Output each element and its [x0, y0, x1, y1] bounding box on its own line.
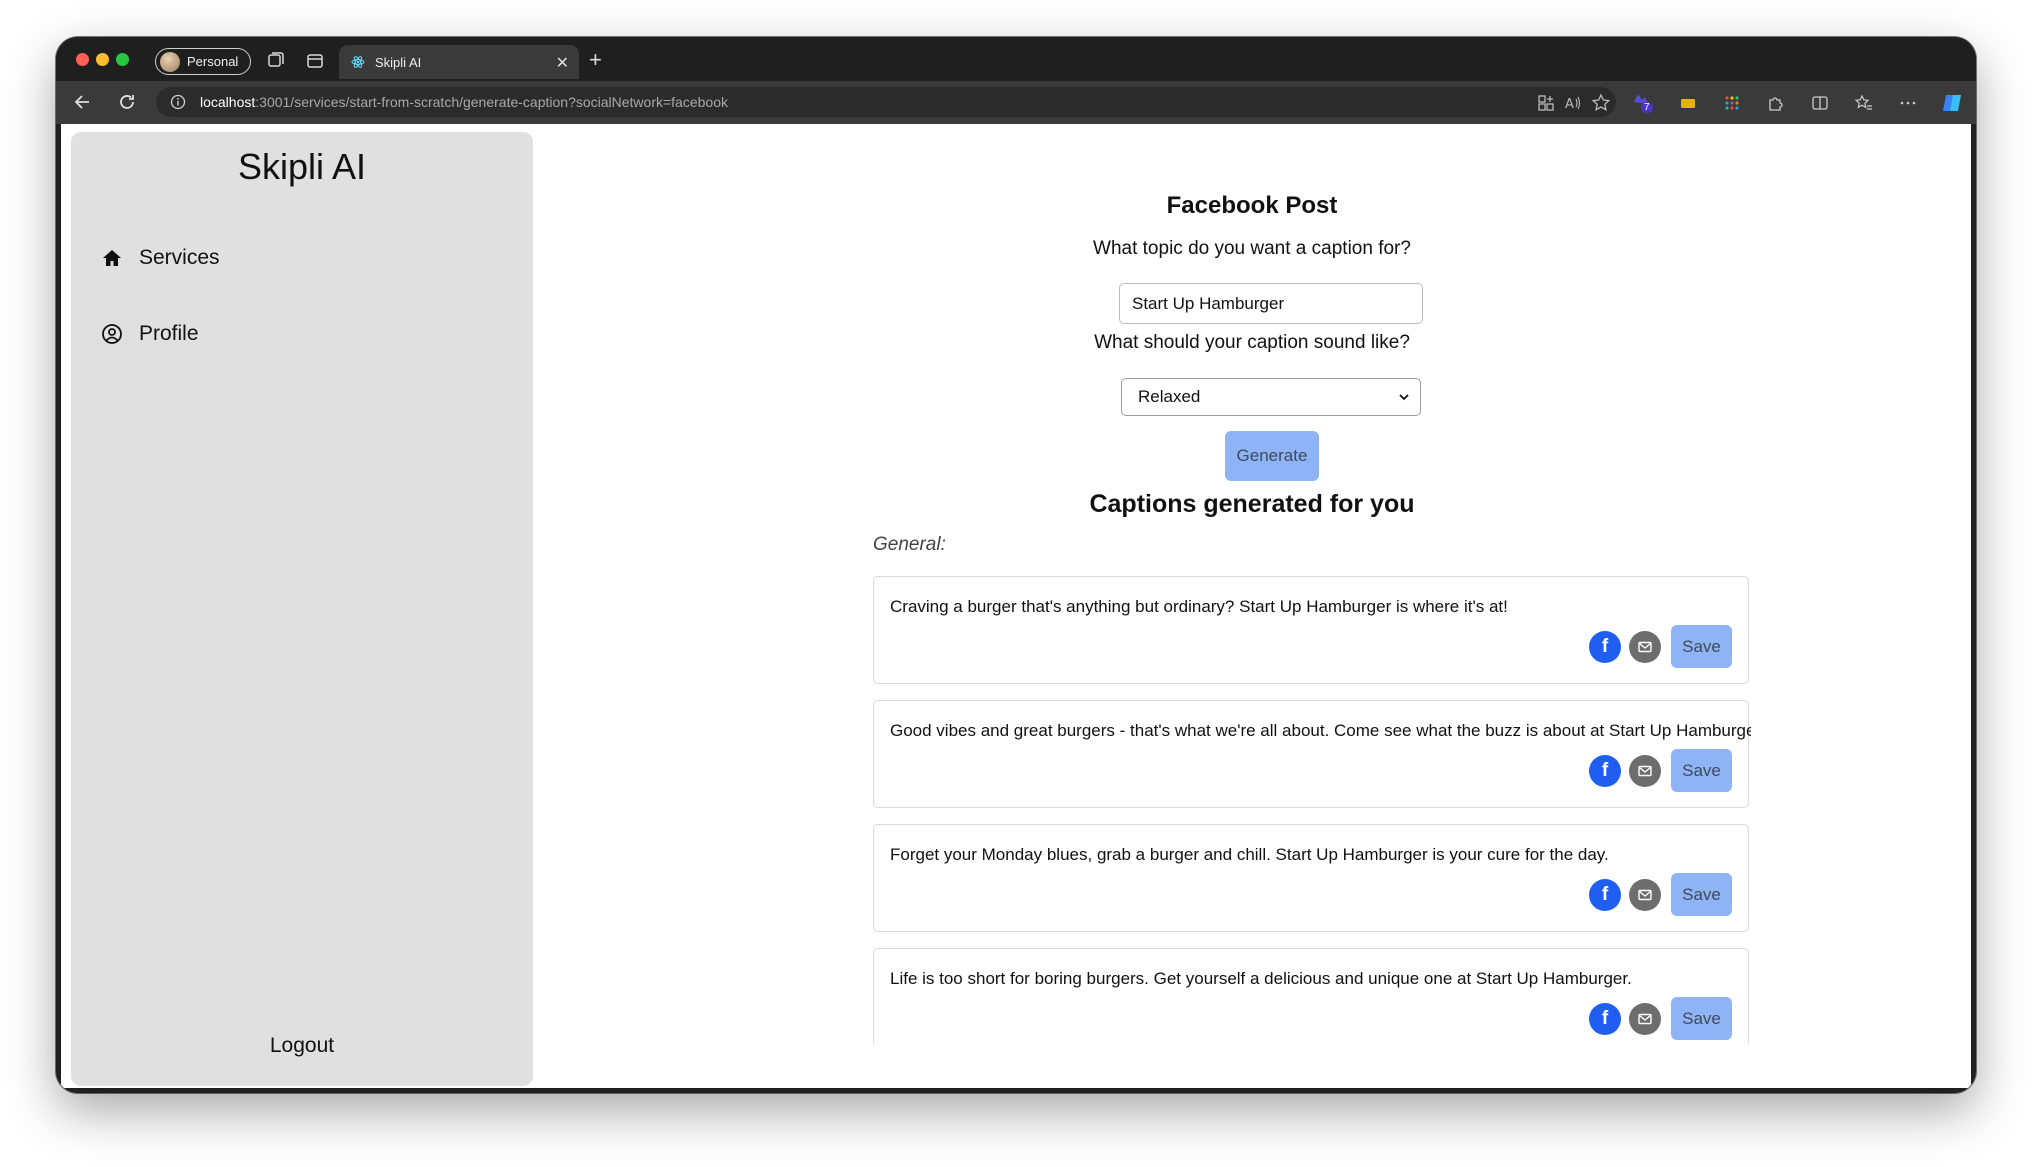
brand-title: Skipli AI — [237, 146, 367, 187]
email-share-icon[interactable] — [1629, 631, 1661, 663]
new-tab-icon[interactable]: + — [589, 49, 602, 71]
caption-card: Life is too short for boring burgers. Ge… — [873, 948, 1749, 1043]
extension-badge: 7 — [1641, 102, 1653, 113]
facebook-share-icon[interactable]: f — [1589, 631, 1621, 663]
browser-window: Personal Skipli AI ✕ + localhost:3001/se… — [56, 37, 1976, 1093]
url-path: :3001/services/start-from-scratch/genera… — [255, 94, 728, 110]
user-circle-icon — [102, 324, 122, 344]
caption-text: Good vibes and great burgers - that's wh… — [890, 721, 1751, 740]
sidebar-item-profile[interactable]: Profile — [101, 322, 199, 346]
sidebar-item-label: Profile — [139, 322, 199, 345]
site-info-icon[interactable] — [170, 94, 186, 110]
avatar — [160, 51, 180, 72]
copilot-icon[interactable] — [1940, 91, 1964, 115]
mail-icon — [1638, 1013, 1652, 1025]
minimize-window-button[interactable] — [96, 53, 109, 66]
captions-heading: Captions generated for you — [1089, 490, 1415, 518]
caption-text: Craving a burger that's anything but ord… — [890, 597, 1508, 616]
address-bar: localhost:3001/services/start-from-scrat… — [56, 81, 1976, 124]
close-window-button[interactable] — [76, 53, 89, 66]
page-content: Skipli AI Services Profile Logout Facebo… — [61, 124, 1971, 1088]
apps-grid-icon[interactable] — [1722, 93, 1742, 113]
sidebar-item-services[interactable]: Services — [101, 246, 220, 270]
profile-label: Personal — [187, 54, 239, 69]
tab-skipli-ai[interactable]: Skipli AI ✕ — [339, 45, 579, 79]
save-button[interactable]: Save — [1671, 997, 1732, 1040]
profile-button[interactable]: Personal — [155, 48, 251, 75]
extension-with-badge[interactable]: 7 — [1632, 92, 1654, 114]
tab-actions-icon[interactable] — [306, 52, 324, 70]
topic-input[interactable] — [1119, 283, 1423, 324]
category-label: General: — [873, 534, 946, 555]
sidebar: Skipli AI Services Profile Logout — [71, 132, 533, 1086]
tone-selected-value: Relaxed — [1138, 387, 1201, 406]
email-share-icon[interactable] — [1629, 1003, 1661, 1035]
favorites-icon[interactable] — [1854, 93, 1874, 113]
chevron-down-icon — [1399, 394, 1409, 401]
mail-icon — [1638, 765, 1652, 777]
facebook-share-icon[interactable]: f — [1589, 879, 1621, 911]
main-content: Facebook Post What topic do you want a c… — [533, 124, 1971, 1088]
captions-list[interactable]: General: Craving a burger that's anythin… — [871, 534, 1751, 1043]
email-share-icon[interactable] — [1629, 755, 1661, 787]
react-favicon-icon — [351, 56, 365, 68]
url-host: localhost — [200, 94, 256, 110]
extensions-puzzle-icon[interactable] — [1766, 93, 1786, 113]
mail-icon — [1638, 641, 1652, 653]
email-share-icon[interactable] — [1629, 879, 1661, 911]
generate-button[interactable]: Generate — [1225, 431, 1319, 481]
tone-select[interactable]: Relaxed — [1121, 378, 1421, 416]
workspaces-icon[interactable] — [266, 52, 284, 70]
back-icon[interactable] — [72, 91, 94, 113]
read-aloud-icon[interactable]: A — [1563, 93, 1583, 113]
split-screen-icon[interactable] — [1810, 93, 1830, 113]
sidebar-item-label: Services — [139, 246, 220, 269]
title-bar: Personal Skipli AI ✕ + — [56, 37, 1976, 87]
facebook-share-icon[interactable]: f — [1589, 755, 1621, 787]
favorite-star-icon[interactable] — [1591, 93, 1611, 113]
wallet-extension-icon[interactable] — [1678, 93, 1698, 113]
save-button[interactable]: Save — [1671, 749, 1732, 792]
reload-icon[interactable] — [116, 91, 138, 113]
caption-card: Forget your Monday blues, grab a burger … — [873, 824, 1749, 932]
url-field[interactable]: localhost:3001/services/start-from-scrat… — [156, 87, 1616, 117]
logout-button[interactable]: Logout — [71, 1034, 533, 1058]
caption-text: Life is too short for boring burgers. Ge… — [890, 969, 1632, 988]
facebook-share-icon[interactable]: f — [1589, 1003, 1621, 1035]
more-options-icon[interactable] — [1898, 93, 1918, 113]
app-available-icon[interactable] — [1536, 93, 1556, 113]
caption-card: Craving a burger that's anything but ord… — [873, 576, 1749, 684]
close-tab-icon[interactable]: ✕ — [556, 53, 569, 73]
tab-title: Skipli AI — [375, 54, 422, 70]
maximize-window-button[interactable] — [116, 53, 129, 66]
mail-icon — [1638, 889, 1652, 901]
svg-text:A: A — [1565, 97, 1574, 112]
tone-label: What should your caption sound like? — [1094, 332, 1410, 353]
save-button[interactable]: Save — [1671, 873, 1732, 916]
save-button[interactable]: Save — [1671, 625, 1732, 668]
home-icon — [103, 250, 121, 266]
page-title: Facebook Post — [1166, 192, 1338, 219]
caption-card: Good vibes and great burgers - that's wh… — [873, 700, 1751, 808]
topic-label: What topic do you want a caption for? — [1093, 238, 1411, 259]
caption-text: Forget your Monday blues, grab a burger … — [890, 845, 1609, 864]
